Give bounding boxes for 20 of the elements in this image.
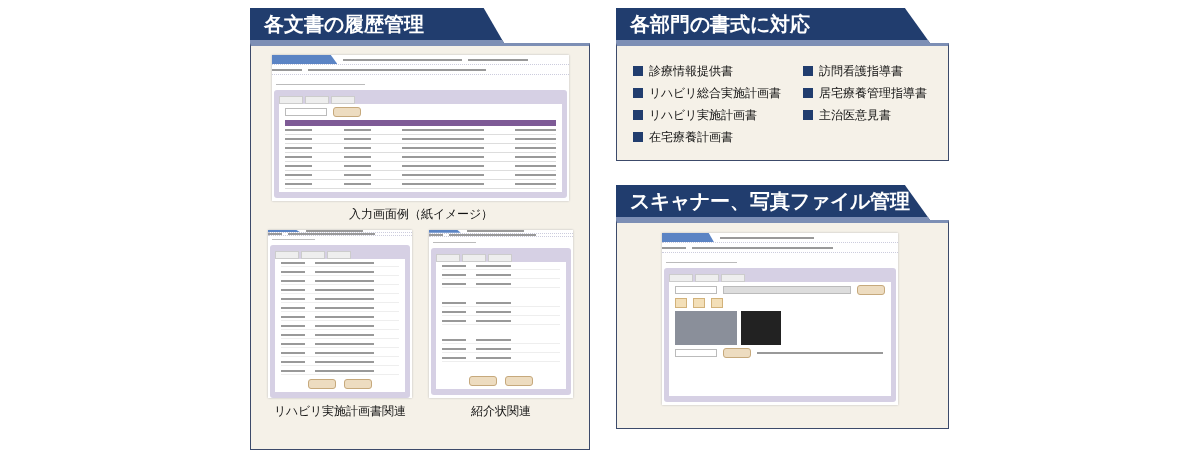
document-type-label: 主治医意見書 xyxy=(819,106,891,124)
panel-title: 各文書の履歴管理 xyxy=(250,8,504,43)
document-type-label: リハビリ総合実施計画書 xyxy=(649,84,781,102)
square-bullet-icon xyxy=(803,66,813,76)
figure-caption: 紹介状関連 xyxy=(471,404,531,419)
square-bullet-icon xyxy=(633,132,643,142)
square-bullet-icon xyxy=(633,110,643,120)
document-type-label: リハビリ実施計画書 xyxy=(649,106,757,124)
figure-caption: 入力画面例（紙イメージ） xyxy=(348,207,493,222)
document-type-label: 居宅療養管理指導書 xyxy=(819,84,927,102)
document-type-label: 在宅療養計画書 xyxy=(649,128,733,146)
square-bullet-icon xyxy=(633,88,643,98)
document-type-label: 訪問看護指導書 xyxy=(819,62,903,80)
square-bullet-icon xyxy=(803,110,813,120)
figure-caption: リハビリ実施計画書関連 xyxy=(274,404,406,419)
document-type-label: 診療情報提供書 xyxy=(649,62,733,80)
panel-title: スキャナー、写真ファイル管理 xyxy=(616,185,930,220)
square-bullet-icon xyxy=(633,66,643,76)
panel-title: 各部門の書式に対応 xyxy=(616,8,930,43)
square-bullet-icon xyxy=(803,88,813,98)
